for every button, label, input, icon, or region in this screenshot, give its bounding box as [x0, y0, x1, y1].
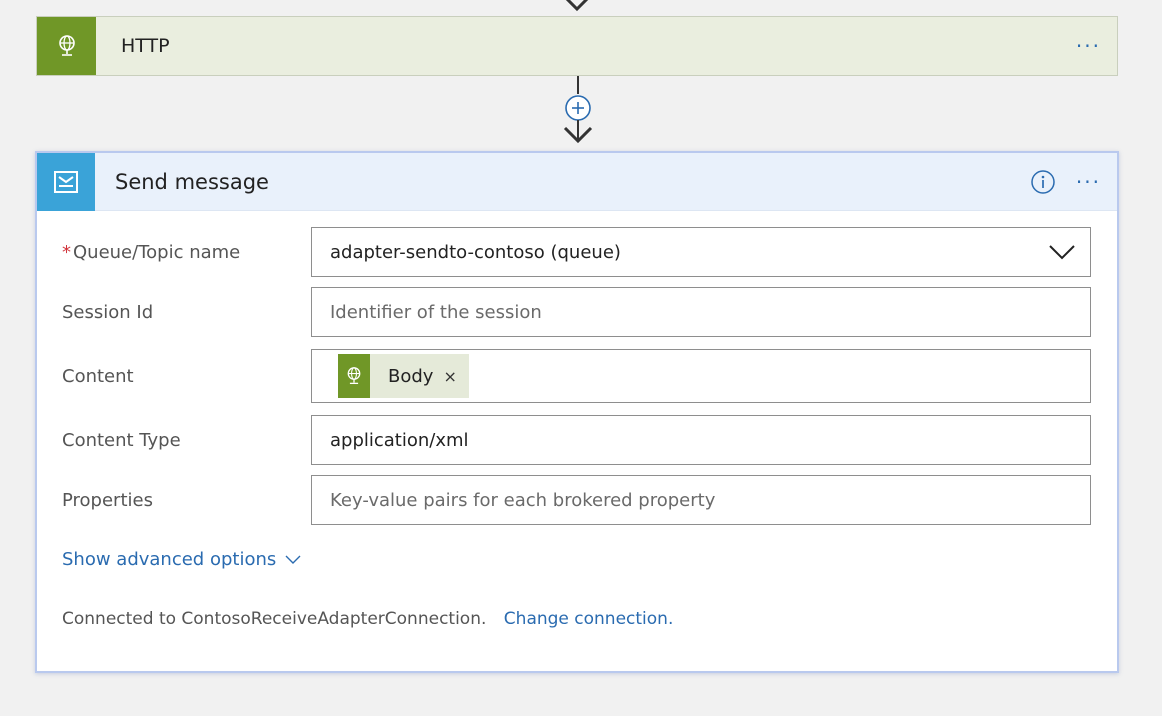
send-message-card: Send message ··· * Queue/Topic name adapt… [35, 151, 1119, 673]
content-input[interactable]: Body × [311, 349, 1091, 403]
chevron-down-icon [285, 555, 301, 564]
body-token-icon-box [338, 354, 370, 398]
info-icon[interactable] [1030, 169, 1056, 195]
content-type-field-row: Content Type application/xml [37, 415, 1117, 465]
body-token[interactable]: Body × [338, 354, 469, 398]
session-field-row: Session Id Identifier of the session [37, 287, 1117, 337]
properties-placeholder: Key-value pairs for each brokered proper… [330, 489, 716, 511]
queue-field-row: * Queue/Topic name adapter-sendto-contoso… [37, 227, 1117, 277]
http-step-icon-box [37, 17, 96, 75]
connection-text: Connected to ContosoReceiveAdapterConnec… [62, 609, 487, 629]
show-advanced-options-link[interactable]: Show advanced options [62, 549, 302, 570]
content-type-value: application/xml [330, 429, 469, 451]
service-bus-icon [54, 170, 78, 193]
content-field-row: Content Body × [37, 349, 1117, 403]
advanced-options-label: Show advanced options [62, 549, 277, 570]
content-type-label: Content Type [62, 429, 181, 451]
properties-input[interactable]: Key-value pairs for each brokered proper… [311, 475, 1091, 525]
http-step-title: HTTP [121, 35, 170, 57]
send-message-icon-box [37, 152, 95, 211]
queue-label: * Queue/Topic name [62, 242, 240, 263]
connection-info: Connected to ContosoReceiveAdapterConnec… [62, 609, 673, 629]
content-label: Content [62, 365, 134, 387]
session-input[interactable]: Identifier of the session [311, 287, 1091, 337]
content-type-input[interactable]: application/xml [311, 415, 1091, 465]
send-message-title: Send message [115, 169, 269, 194]
change-connection-link[interactable]: Change connection. [504, 609, 674, 629]
step-connector [563, 76, 593, 144]
properties-field-row: Properties Key-value pairs for each brok… [37, 475, 1117, 525]
session-label: Session Id [62, 301, 154, 323]
queue-dropdown[interactable]: adapter-sendto-contoso (queue) [311, 227, 1091, 277]
required-marker: * [62, 241, 71, 263]
send-message-header[interactable]: Send message ··· [37, 152, 1117, 211]
http-step-menu-button[interactable]: ··· [1076, 36, 1101, 56]
globe-icon [347, 367, 361, 385]
chevron-down-icon[interactable] [1048, 241, 1076, 263]
send-message-menu-button[interactable]: ··· [1076, 172, 1101, 192]
http-step-card[interactable]: HTTP ··· [36, 16, 1118, 76]
queue-label-text: Queue/Topic name [73, 241, 241, 263]
queue-selected-value: adapter-sendto-contoso (queue) [330, 241, 621, 263]
globe-icon [58, 35, 75, 56]
body-token-label: Body [388, 365, 434, 387]
add-step-icon[interactable] [565, 95, 591, 121]
incoming-arrow-icon [565, 0, 589, 12]
session-placeholder: Identifier of the session [330, 301, 542, 323]
properties-label: Properties [62, 489, 153, 511]
remove-token-button[interactable]: × [443, 367, 456, 386]
